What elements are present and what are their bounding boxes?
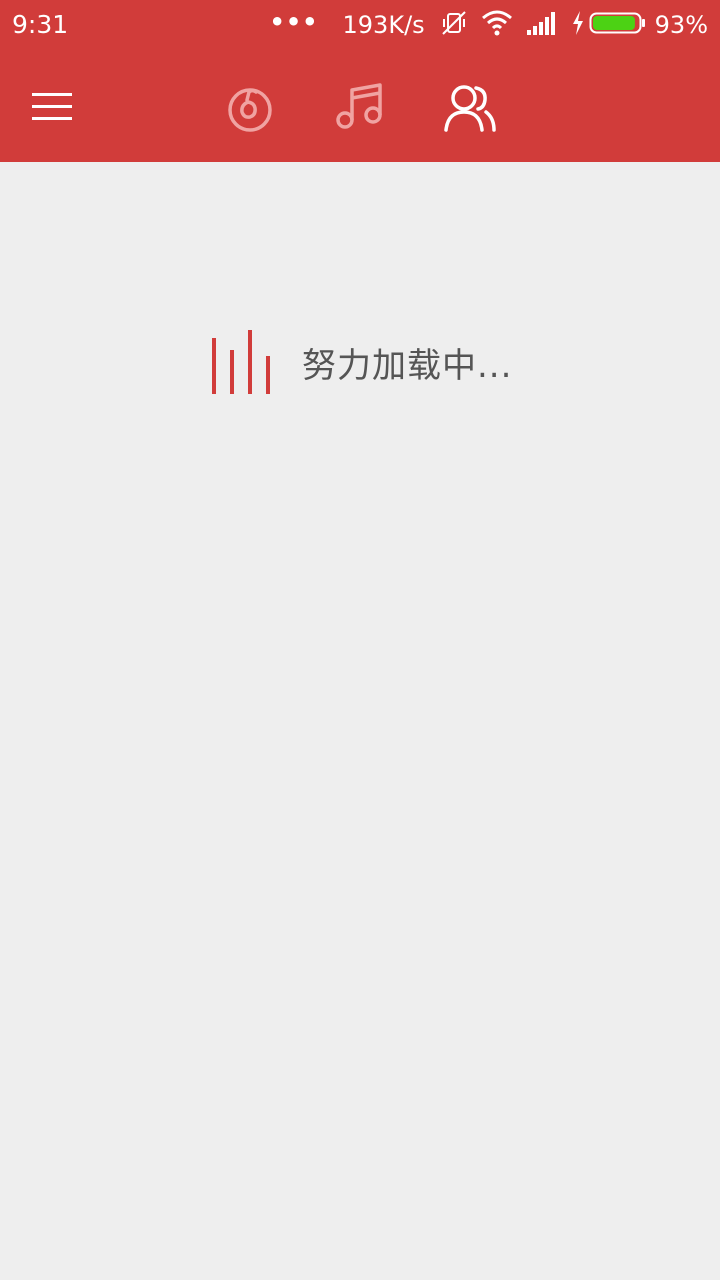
discover-music-icon [228,88,272,132]
signal-icon [525,10,559,40]
charging-icon [571,10,585,40]
loading-bars-icon [212,330,270,394]
my-music-icon [336,83,382,129]
battery-icon [589,10,647,40]
mute-vibrate-icon [439,8,469,42]
tab-my-music[interactable] [332,80,388,136]
status-right: ••• 193K/s 93% [269,8,708,42]
loading-indicator: 努力加载中... [210,328,512,396]
friends-icon [444,85,496,132]
hamburger-menu-icon[interactable] [28,87,78,127]
battery-percent: 93% [654,11,708,39]
top-nav-bar [0,52,720,162]
notification-dots: ••• [269,8,319,36]
loading-text: 努力加载中... [302,345,513,386]
tab-discover[interactable] [222,80,278,136]
status-bar: 9:31 ••• 193K/s 93% [0,0,720,52]
network-speed: 193K/s [342,11,425,39]
tab-friends[interactable] [442,80,498,136]
app-header: 9:31 ••• 193K/s 93% [0,0,720,162]
status-time: 9:31 [12,10,69,39]
wifi-icon [481,9,513,41]
